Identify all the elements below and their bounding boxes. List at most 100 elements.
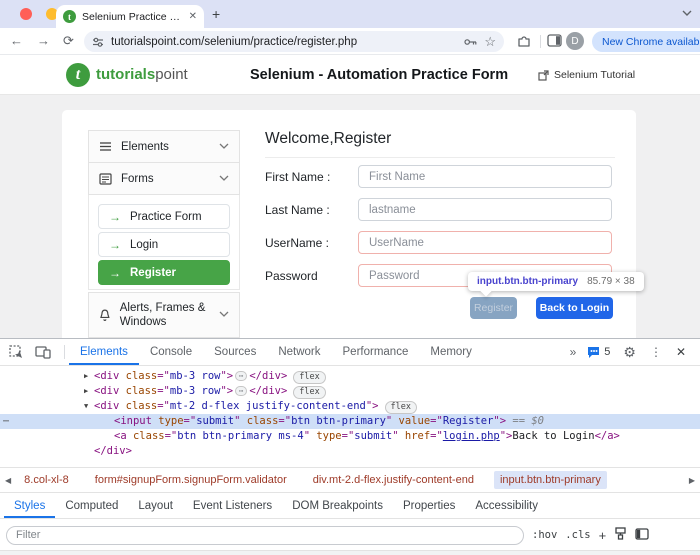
- styles-tab-event-listeners[interactable]: Event Listeners: [183, 493, 282, 518]
- tab-search-icon[interactable]: [682, 9, 692, 17]
- syntax-punct: </: [249, 385, 262, 397]
- register-button[interactable]: Register: [470, 297, 517, 319]
- devtools-tab-network[interactable]: Network: [267, 339, 331, 365]
- site-header: t tutorialspoint Selenium - Automation P…: [0, 55, 700, 95]
- expand-inline-icon[interactable]: ⋯: [235, 386, 247, 396]
- sidebar-item-practice-form[interactable]: →Practice Form: [98, 204, 230, 229]
- breadcrumb-item[interactable]: div.mt-2.d-flex.justify-content-end: [307, 471, 480, 489]
- devtools-menu-icon[interactable]: ⋮: [644, 345, 668, 359]
- syntax-punct: </: [94, 445, 107, 457]
- device-toolbar-icon[interactable]: [33, 339, 60, 365]
- styles-tab-accessibility[interactable]: Accessibility: [465, 493, 548, 518]
- sidebar-item-label: Register: [130, 267, 176, 279]
- breadcrumb-scroll-left-icon[interactable]: ◀: [2, 476, 14, 485]
- attribute-value: mt-2 d-flex justify-content-end: [170, 400, 366, 412]
- bookmark-star-icon[interactable]: ☆: [484, 34, 496, 50]
- attribute-name: value: [392, 415, 430, 427]
- sidebar-item-alerts-frames-windows[interactable]: Alerts, Frames & Windows: [88, 292, 240, 338]
- breadcrumb-item[interactable]: 8.col-xl-8: [18, 471, 75, 489]
- syntax-punct: </: [595, 430, 608, 442]
- form-heading: Welcome,Register: [265, 130, 615, 148]
- address-bar[interactable]: tutorialspoint.com/selenium/practice/reg…: [84, 31, 504, 52]
- browser-window: t Selenium Practice - Register ✕ + ← → ⟳…: [0, 0, 700, 555]
- syntax-punct: ">: [366, 400, 379, 412]
- inspect-tooltip: input.btn.btn-primary 85.79 × 38: [468, 272, 644, 291]
- settings-gear-icon[interactable]: ⚙: [617, 344, 642, 361]
- arrow-right-icon: →: [109, 210, 121, 224]
- issues-count: 5: [604, 346, 610, 358]
- password-key-icon[interactable]: [464, 37, 477, 47]
- toggle-hover-state[interactable]: :hov: [532, 529, 557, 541]
- devtools-tab-sources[interactable]: Sources: [203, 339, 267, 365]
- profile-avatar[interactable]: D: [566, 32, 584, 50]
- dom-tree-row[interactable]: ▶<div class="mb-3 row">⋯</div>flex: [0, 384, 700, 399]
- dom-tree-row[interactable]: </div>: [0, 444, 700, 459]
- side-panel-icon[interactable]: [547, 34, 562, 47]
- sidebar-item-elements[interactable]: Elements: [88, 130, 240, 163]
- close-devtools-icon[interactable]: ✕: [670, 345, 692, 359]
- first-name-input[interactable]: [358, 165, 612, 188]
- sidebar-item-forms[interactable]: Forms: [88, 162, 240, 195]
- collapse-arrow-icon[interactable]: ▼: [84, 399, 94, 414]
- devtools-tab-console[interactable]: Console: [139, 339, 203, 365]
- devtools-tab-performance[interactable]: Performance: [332, 339, 420, 365]
- attribute-value: btn btn-primary ms-4: [177, 430, 303, 442]
- attribute-value: btn btn-primary: [291, 415, 386, 427]
- back-to-login-button[interactable]: Back to Login: [536, 297, 613, 319]
- back-button[interactable]: ←: [10, 33, 23, 48]
- sidebar-item-login[interactable]: →Login: [98, 232, 230, 257]
- reload-button[interactable]: ⟳: [63, 33, 74, 49]
- row-more-actions-icon[interactable]: ⋯: [3, 414, 10, 429]
- url-text[interactable]: tutorialspoint.com/selenium/practice/reg…: [111, 36, 457, 48]
- styles-tab-layout[interactable]: Layout: [128, 493, 183, 518]
- issues-counter[interactable]: 5: [582, 346, 615, 358]
- devtools-tab-elements[interactable]: Elements: [69, 339, 139, 365]
- forward-button[interactable]: →: [37, 33, 50, 48]
- sidebar-item-register[interactable]: →Register: [98, 260, 230, 285]
- expand-arrow-icon[interactable]: ▶: [84, 384, 94, 399]
- inspect-element-icon[interactable]: [0, 339, 33, 365]
- styles-tab-bar: StylesComputedLayoutEvent ListenersDOM B…: [0, 492, 700, 519]
- browser-tab[interactable]: t Selenium Practice - Register ✕: [56, 5, 204, 28]
- styles-tab-properties[interactable]: Properties: [393, 493, 465, 518]
- toggle-classes[interactable]: .cls: [565, 529, 590, 541]
- styles-tab-computed[interactable]: Computed: [55, 493, 128, 518]
- lastname-input[interactable]: [358, 198, 612, 221]
- breadcrumb-item[interactable]: input.btn.btn-primary: [494, 471, 607, 489]
- close-window-button[interactable]: [20, 8, 32, 20]
- styles-tab-dom-breakpoints[interactable]: DOM Breakpoints: [282, 493, 393, 518]
- selenium-tutorial-link[interactable]: Selenium Tutorial: [538, 69, 635, 81]
- dom-tree-row[interactable]: ⋯<input type="submit" class="btn btn-pri…: [0, 414, 700, 429]
- extensions-icon[interactable]: [517, 34, 531, 48]
- chevron-down-icon: [219, 173, 229, 185]
- styles-filter-input[interactable]: [6, 526, 524, 545]
- dom-tree-row[interactable]: ▼<div class="mt-2 d-flex justify-content…: [0, 399, 700, 414]
- more-tabs-icon[interactable]: »: [565, 345, 581, 359]
- update-chip-label: New Chrome available: [602, 36, 700, 48]
- syntax-punct: ">: [500, 430, 513, 442]
- username-input[interactable]: [358, 231, 612, 254]
- site-settings-icon[interactable]: [92, 36, 104, 48]
- expand-arrow-icon[interactable]: ▶: [84, 369, 94, 384]
- tab-strip: t Selenium Practice - Register ✕ +: [0, 0, 700, 28]
- breadcrumb-scroll-right-icon[interactable]: ▶: [686, 476, 698, 485]
- devtools-tab-memory[interactable]: Memory: [419, 339, 483, 365]
- attribute-name: class: [240, 415, 278, 427]
- toggle-sidebar-panel-icon[interactable]: [635, 528, 649, 543]
- close-tab-icon[interactable]: ✕: [189, 11, 197, 22]
- breadcrumb-item[interactable]: form#signupForm.signupForm.validator: [89, 471, 293, 489]
- expand-inline-icon[interactable]: ⋯: [235, 371, 247, 381]
- update-chrome-chip[interactable]: New Chrome available ⋮: [592, 31, 700, 52]
- attribute-value: submit: [354, 430, 392, 442]
- site-logo[interactable]: t tutorialspoint: [66, 63, 188, 87]
- register-form: Welcome,Register First Name :Last Name :…: [265, 130, 615, 158]
- toolbar-divider: [64, 345, 65, 359]
- dom-tree-row[interactable]: ▶<div class="mb-3 row">⋯</div>flex: [0, 369, 700, 384]
- sidebar-elements-label: Elements: [121, 141, 169, 153]
- styles-tab-styles[interactable]: Styles: [4, 493, 55, 518]
- rendering-emulation-icon[interactable]: [614, 527, 627, 543]
- new-tab-button[interactable]: +: [212, 6, 220, 22]
- form-field-row: UserName :: [265, 231, 615, 254]
- new-style-rule-icon[interactable]: +: [599, 528, 607, 543]
- dom-tree-row[interactable]: <a class="btn btn-primary ms-4" type="su…: [0, 429, 700, 444]
